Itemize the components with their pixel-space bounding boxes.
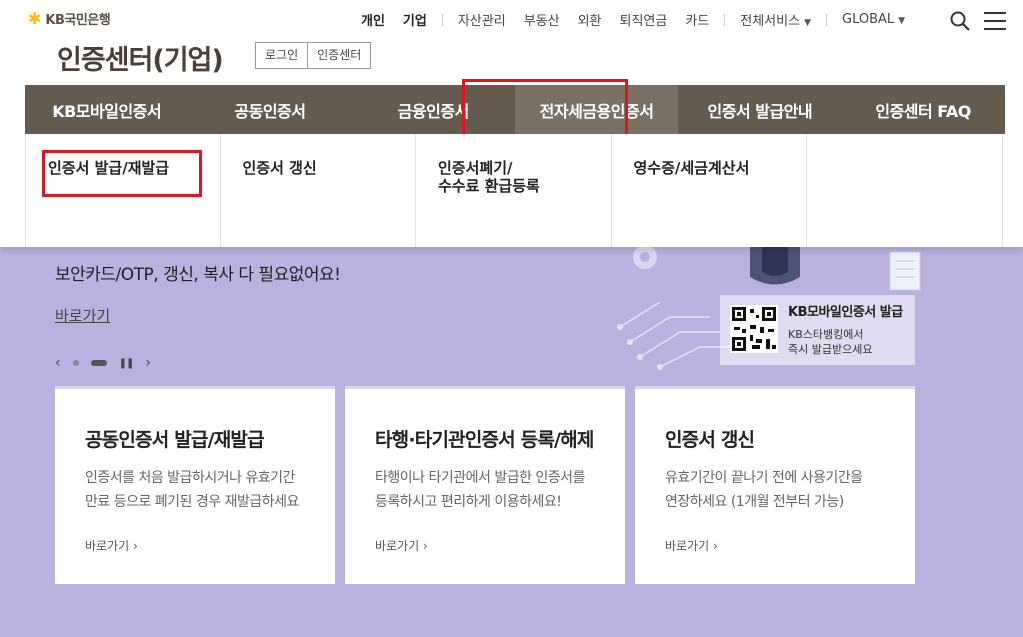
kb-star-logo-icon: ✱ bbox=[28, 8, 42, 28]
card-desc-line2: 연장하세요 (1개월 전부터 가능) bbox=[665, 494, 844, 510]
caret-down-icon: ▼ bbox=[804, 18, 811, 28]
gnb-item-kb-mobile-cert[interactable]: KB모바일인증서 bbox=[25, 85, 188, 134]
card-link[interactable]: 바로가기 › bbox=[665, 537, 718, 554]
prev-arrow-icon[interactable]: ‹ bbox=[55, 355, 61, 371]
card-desc-line2: 만료 등으로 폐기된 경우 재발급하세요 bbox=[85, 494, 299, 510]
card-link[interactable]: 바로가기 › bbox=[85, 537, 138, 554]
card-title: 인증서 갱신 bbox=[665, 429, 755, 451]
search-icon[interactable] bbox=[950, 11, 970, 31]
brand-name: KB국민은행 bbox=[45, 13, 111, 28]
card-description: 유효기간이 끝나기 전에 사용기간을연장하세요 (1개월 전부터 가능) bbox=[665, 466, 885, 514]
qr-code-icon[interactable] bbox=[730, 305, 778, 353]
qr-desc-line1: KB스타뱅킹에서 bbox=[788, 328, 864, 341]
card-cert-renew[interactable]: 인증서 갱신 유효기간이 끝나기 전에 사용기간을연장하세요 (1개월 전부터 … bbox=[635, 386, 915, 584]
divider bbox=[826, 13, 827, 26]
qr-title: KB모바일인증서 발급 bbox=[788, 305, 903, 320]
hero-link[interactable]: 바로가기 bbox=[55, 305, 110, 326]
page-title: 인증센터(기업) bbox=[57, 45, 224, 76]
qr-card: KB모바일인증서 발급 KB스타뱅킹에서즉시 발급받으세요 bbox=[720, 295, 915, 365]
kb-logo[interactable]: ✱ KB국민은행 bbox=[28, 8, 111, 28]
card-desc-line1: 타행이나 타기관에서 발급한 인증서를 bbox=[375, 470, 585, 486]
login-button[interactable]: 로그인 bbox=[256, 43, 307, 68]
gnb-item-issue-guide[interactable]: 인증서 발급안내 bbox=[678, 85, 841, 134]
hamburger-menu-icon[interactable] bbox=[984, 12, 1006, 30]
card-title: 타행·타기관인증서 등록/해제 bbox=[375, 429, 594, 451]
util-item-business[interactable]: 기업 bbox=[394, 10, 436, 29]
card-title: 공동인증서 발급/재발급 bbox=[85, 429, 265, 451]
global-label: GLOBAL bbox=[842, 12, 895, 27]
gnb-item-faq[interactable]: 인증센터 FAQ bbox=[841, 85, 1004, 134]
pause-icon[interactable]: ❚❚ bbox=[119, 358, 135, 369]
gear-icon bbox=[633, 247, 657, 269]
util-item-fx[interactable]: 외환 bbox=[569, 10, 611, 29]
qr-desc-line2: 즉시 발급받으세요 bbox=[788, 343, 873, 356]
qr-description: KB스타뱅킹에서즉시 발급받으세요 bbox=[788, 327, 872, 357]
carousel-dot[interactable] bbox=[72, 360, 79, 366]
mini-tabs: 로그인 인증센터 bbox=[255, 42, 372, 69]
dropdown-item-renew[interactable]: 인증서 갱신 bbox=[221, 134, 416, 247]
divider bbox=[441, 13, 443, 26]
gnb-item-etax-cert[interactable]: 전자세금용인증서 bbox=[514, 85, 679, 134]
carousel-dot-active[interactable] bbox=[90, 360, 107, 366]
card-link[interactable]: 바로가기 › bbox=[375, 537, 428, 554]
divider bbox=[724, 13, 726, 26]
carousel-controls: ‹ ❚❚ › bbox=[55, 355, 151, 371]
dropdown-item-receipt-invoice[interactable]: 영수증/세금계산서 bbox=[612, 134, 807, 247]
util-item-realestate[interactable]: 부동산 bbox=[515, 10, 569, 29]
util-item-pension[interactable]: 퇴직연금 bbox=[611, 10, 677, 29]
util-item-personal[interactable]: 개인 bbox=[352, 10, 394, 29]
hero-subtitle: 보안카드/OTP, 갱신, 복사 다 필요없어요! bbox=[55, 265, 341, 285]
dropdown-item-revoke-refund[interactable]: 인증서폐기/ 수수료 환급등록 bbox=[416, 134, 612, 247]
caret-down-icon: ▼ bbox=[898, 16, 906, 26]
card-desc-line2: 등록하시고 편리하게 이용하세요! bbox=[375, 494, 562, 510]
card-joint-cert-issue[interactable]: 공동인증서 발급/재발급 인증서를 처음 발급하시거나 유효기간만료 등으로 폐… bbox=[55, 386, 335, 584]
hero-banner: 보안카드/OTP, 갱신, 복사 다 필요없어요! 바로가기 ‹ ❚❚ › KB… bbox=[0, 247, 1023, 637]
card-description: 인증서를 처음 발급하시거나 유효기간만료 등으로 폐기된 경우 재발급하세요 bbox=[85, 466, 305, 514]
card-other-bank-cert[interactable]: 타행·타기관인증서 등록/해제 타행이나 타기관에서 발급한 인증서를등록하시고… bbox=[345, 386, 625, 584]
card-description: 타행이나 타기관에서 발급한 인증서를등록하시고 편리하게 이용하세요! bbox=[375, 466, 595, 514]
cert-center-button[interactable]: 인증센터 bbox=[307, 43, 370, 68]
utility-nav: 개인 기업 자산관리 부동산 외환 퇴직연금 카드 전체서비스 ▼ GLOBAL ▼ bbox=[352, 10, 914, 29]
all-services-dropdown[interactable]: 전체서비스 ▼ bbox=[731, 10, 820, 29]
card-desc-line1: 인증서를 처음 발급하시거나 유효기간 bbox=[85, 470, 295, 486]
all-services-label: 전체서비스 bbox=[740, 14, 801, 29]
next-arrow-icon[interactable]: › bbox=[145, 355, 151, 371]
card-desc-line1: 유효기간이 끝나기 전에 사용기간을 bbox=[665, 470, 863, 486]
main-nav: KB모바일인증서 공동인증서 금융인증서 전자세금용인증서 인증서 발급안내 인… bbox=[25, 85, 1005, 134]
global-dropdown[interactable]: GLOBAL ▼ bbox=[833, 12, 914, 27]
util-item-card[interactable]: 카드 bbox=[676, 10, 718, 29]
dropdown-empty-col bbox=[807, 134, 1003, 247]
util-item-asset[interactable]: 자산관리 bbox=[449, 10, 515, 29]
gnb-item-financial-cert[interactable]: 금융인증서 bbox=[352, 85, 515, 134]
gnb-item-joint-cert[interactable]: 공동인증서 bbox=[188, 85, 351, 134]
highlight-box-dropdown bbox=[42, 150, 202, 197]
